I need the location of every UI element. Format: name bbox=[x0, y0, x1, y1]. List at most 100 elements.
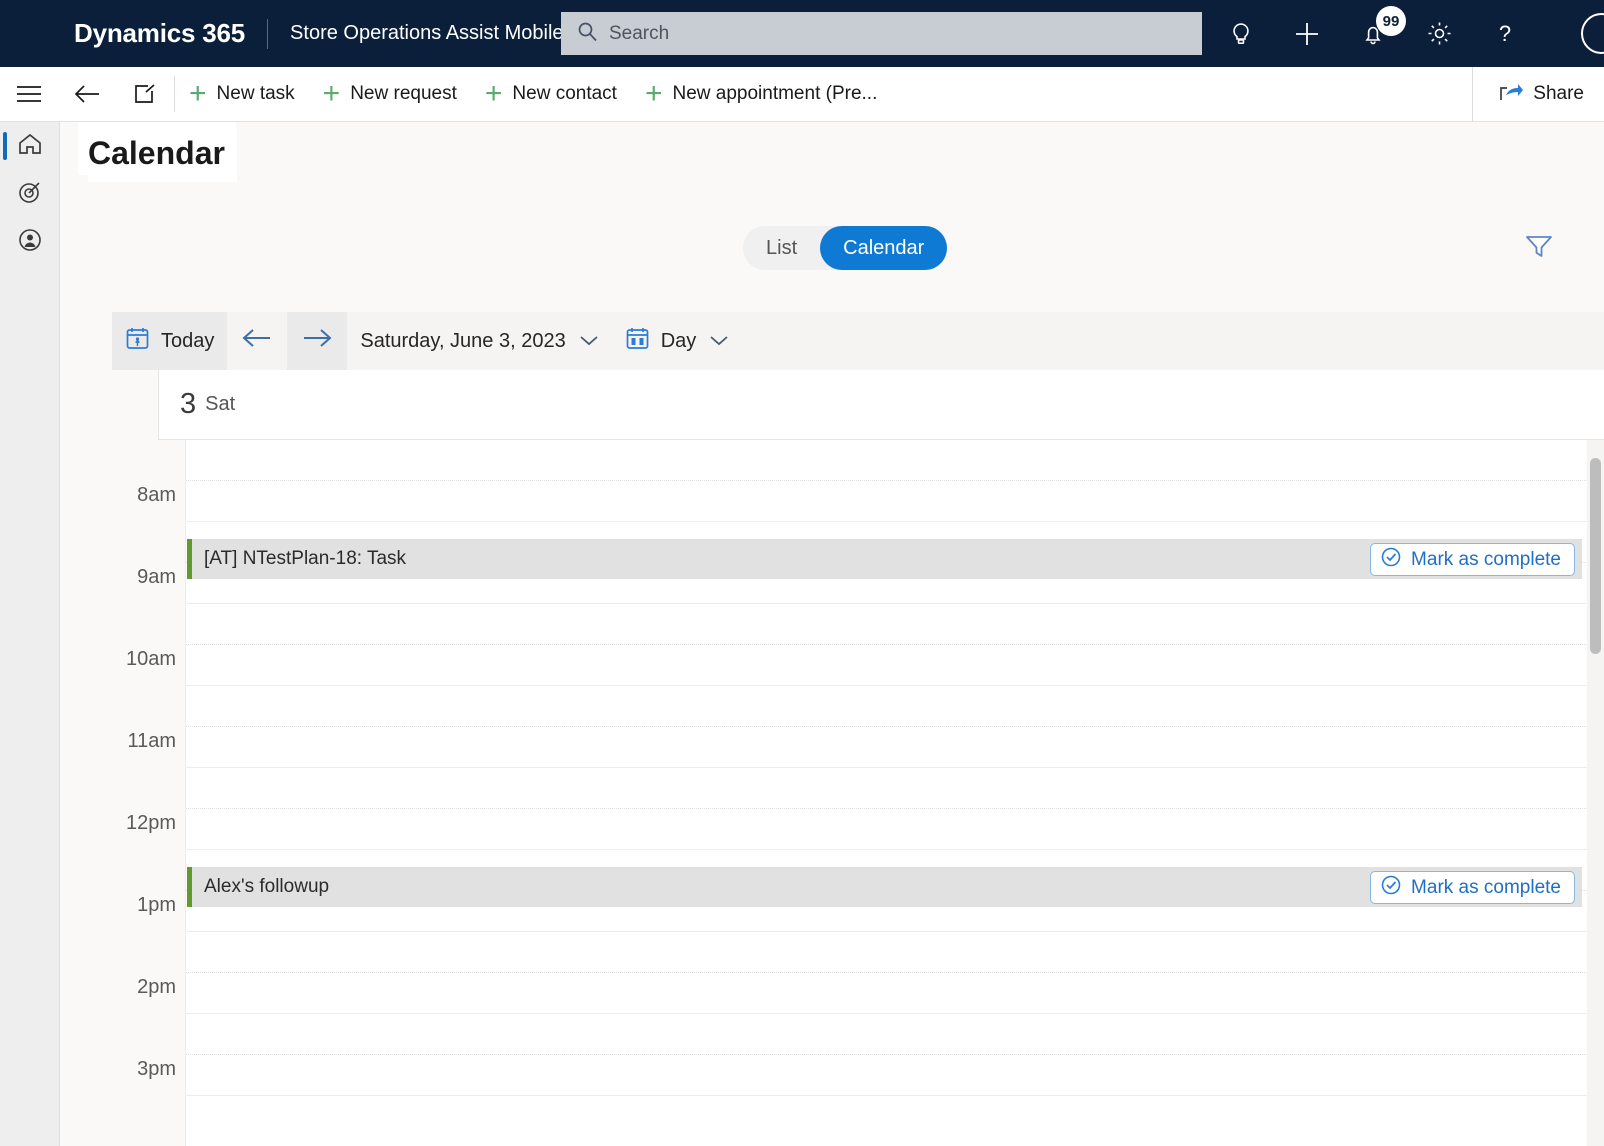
check-circle-icon bbox=[1380, 874, 1402, 901]
hour-gridline bbox=[186, 931, 1604, 932]
hour-gridline bbox=[186, 521, 1604, 522]
left-navigation-rail bbox=[0, 122, 60, 1146]
date-picker-button[interactable]: Saturday, June 3, 2023 bbox=[347, 312, 611, 370]
time-label: 2pm bbox=[137, 976, 176, 998]
hour-gridline bbox=[186, 767, 1604, 768]
time-axis: 8am 9am 10am 11am 12pm 1pm 2pm 3pm bbox=[112, 440, 185, 1146]
arrow-right-icon bbox=[300, 326, 334, 356]
hour-gridline bbox=[186, 685, 1604, 686]
today-label: Today bbox=[161, 329, 215, 352]
new-task-label: New task bbox=[216, 83, 295, 104]
new-request-button[interactable]: + New request bbox=[309, 67, 471, 121]
half-hour-gridline bbox=[186, 480, 1604, 481]
calendar-grid: 8am 9am 10am 11am 12pm 1pm 2pm 3pm [AT] NTestPl… bbox=[112, 440, 1604, 1146]
plus-icon: + bbox=[644, 77, 663, 110]
view-mode-label: Day bbox=[660, 329, 697, 352]
day-of-week: Sat bbox=[205, 393, 236, 415]
top-navigation-bar: Dynamics 365 Store Operations Assist Mob… bbox=[0, 0, 1604, 67]
half-hour-gridline bbox=[186, 808, 1604, 809]
search-input[interactable]: Search bbox=[561, 12, 1202, 55]
share-icon bbox=[1499, 81, 1524, 108]
half-hour-gridline bbox=[186, 726, 1604, 727]
time-label: 12pm bbox=[125, 812, 176, 834]
toggle-calendar[interactable]: Calendar bbox=[820, 226, 948, 270]
back-arrow-icon[interactable] bbox=[58, 67, 116, 121]
chevron-down-icon bbox=[579, 330, 599, 353]
check-circle-icon bbox=[1380, 546, 1402, 573]
toggle-list[interactable]: List bbox=[743, 226, 820, 270]
event-title: Alex's followup bbox=[204, 876, 330, 897]
scrollbar-thumb[interactable] bbox=[1590, 458, 1601, 654]
filter-icon bbox=[1524, 233, 1554, 264]
mark-as-complete-button[interactable]: Mark as complete bbox=[1370, 543, 1575, 576]
half-hour-gridline bbox=[186, 1054, 1604, 1055]
notification-badge: 99 bbox=[1376, 6, 1406, 36]
time-label: 9am bbox=[137, 566, 176, 588]
chevron-down-icon bbox=[709, 330, 729, 353]
view-mode-button[interactable]: Day bbox=[612, 312, 743, 370]
new-appointment-label: New appointment (Pre... bbox=[672, 83, 878, 104]
view-toggle: List Calendar bbox=[743, 226, 948, 270]
app-name-label: Store Operations Assist Mobile bbox=[290, 22, 564, 44]
time-label: 10am bbox=[125, 648, 176, 670]
calendar-view-icon bbox=[625, 326, 650, 357]
hamburger-menu-icon[interactable] bbox=[0, 67, 58, 121]
svg-text:?: ? bbox=[1499, 21, 1511, 46]
new-request-label: New request bbox=[350, 83, 457, 104]
bell-icon[interactable]: 99 bbox=[1340, 0, 1406, 67]
mark-as-complete-label: Mark as complete bbox=[1411, 548, 1561, 570]
plus-icon: + bbox=[189, 77, 207, 110]
calendar-event[interactable]: Alex's followup Mark as complete bbox=[187, 867, 1582, 907]
top-nav-icon-group: 99 ? bbox=[1208, 0, 1604, 67]
plus-icon: + bbox=[484, 77, 503, 110]
new-task-button[interactable]: + New task bbox=[175, 67, 309, 121]
mark-as-complete-button[interactable]: Mark as complete bbox=[1370, 871, 1575, 904]
previous-day-button[interactable] bbox=[227, 312, 287, 370]
date-navigation-toolbar: Today Saturday, June 3, 2023 Day bbox=[112, 312, 1604, 370]
calendar-event[interactable]: [AT] NTestPlan-18: Task Mark as complete bbox=[187, 539, 1582, 579]
search-icon bbox=[577, 21, 598, 47]
event-title: [AT] NTestPlan-18: Task bbox=[204, 548, 407, 569]
plus-icon[interactable] bbox=[1274, 0, 1340, 67]
current-date-label: Saturday, June 3, 2023 bbox=[360, 329, 566, 352]
brand-label: Dynamics 365 bbox=[74, 18, 246, 48]
day-number: 3 bbox=[180, 388, 197, 420]
share-label: Share bbox=[1533, 83, 1584, 104]
time-label: 1pm bbox=[137, 894, 176, 916]
lightbulb-icon[interactable] bbox=[1208, 0, 1274, 67]
popout-icon[interactable] bbox=[116, 67, 174, 121]
time-slot-area[interactable]: [AT] NTestPlan-18: Task Mark as complete A… bbox=[185, 440, 1604, 1146]
home-icon bbox=[17, 132, 43, 161]
new-contact-button[interactable]: + New contact bbox=[471, 67, 631, 121]
share-button[interactable]: Share bbox=[1472, 67, 1604, 121]
next-day-button[interactable] bbox=[287, 312, 348, 370]
today-button[interactable]: Today bbox=[112, 312, 228, 370]
hour-gridline bbox=[186, 849, 1604, 850]
hour-gridline bbox=[186, 1095, 1604, 1096]
half-hour-gridline bbox=[186, 644, 1604, 645]
page-content: Calendar List Calendar Today Saturday, J… bbox=[60, 122, 1604, 1146]
target-icon bbox=[17, 179, 43, 210]
new-appointment-button[interactable]: + New appointment (Pre... bbox=[631, 67, 891, 121]
half-hour-gridline bbox=[186, 972, 1604, 973]
time-label: 3pm bbox=[137, 1058, 176, 1080]
sidebar-item-pinned[interactable] bbox=[0, 170, 60, 218]
gear-icon[interactable] bbox=[1406, 0, 1472, 67]
new-contact-label: New contact bbox=[512, 83, 617, 104]
arrow-left-icon bbox=[240, 326, 274, 356]
day-column-header: 3 Sat bbox=[158, 370, 1604, 440]
hour-gridline bbox=[186, 1013, 1604, 1014]
calendar-today-icon bbox=[125, 326, 150, 357]
brand-divider bbox=[267, 18, 269, 49]
calendar-scrollbar[interactable] bbox=[1587, 440, 1604, 1146]
search-placeholder: Search bbox=[609, 22, 670, 44]
plus-icon: + bbox=[322, 77, 341, 110]
contact-icon bbox=[17, 227, 43, 258]
help-icon[interactable]: ? bbox=[1472, 0, 1538, 67]
avatar-icon[interactable] bbox=[1538, 0, 1604, 67]
sidebar-item-contacts[interactable] bbox=[0, 218, 60, 266]
page-title: Calendar bbox=[88, 127, 237, 182]
filter-button[interactable] bbox=[1517, 226, 1561, 270]
command-bar: + New task + New request + New contact +… bbox=[0, 67, 1604, 122]
sidebar-item-home[interactable] bbox=[0, 122, 60, 170]
